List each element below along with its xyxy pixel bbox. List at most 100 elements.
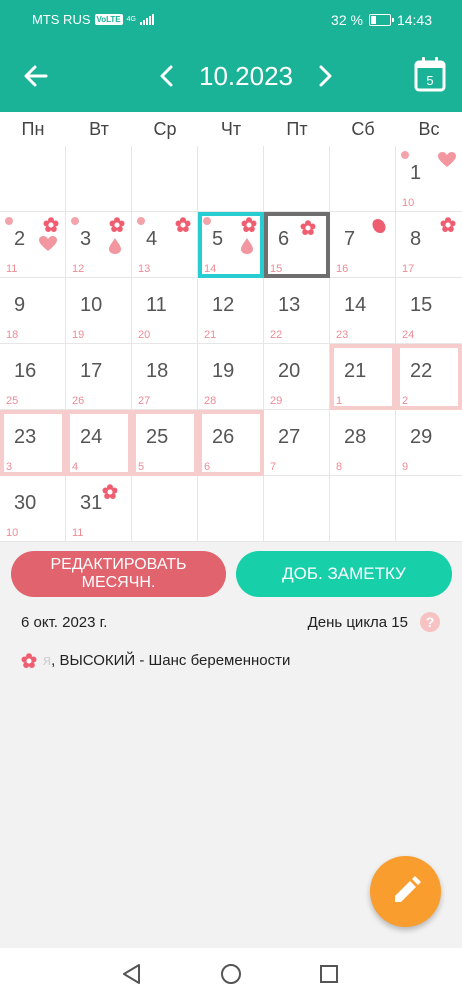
drop-icon [109,238,121,254]
add-entry-fab[interactable] [370,856,441,927]
flower-icon [300,220,316,236]
edit-period-button[interactable]: РЕДАКТИРОВАТЬ МЕСЯЧН. [11,551,226,597]
day-number: 22 [410,360,433,382]
nav-recents-button[interactable] [317,962,341,986]
system-nav-bar [0,948,462,1000]
day-cell[interactable]: 25 5 [132,410,198,476]
today-button[interactable]: 5 [410,54,450,94]
cycle-day-number: 2 [402,395,409,407]
month-title: 10.2023 [199,61,293,91]
day-number: 7 [344,228,356,250]
day-cell[interactable]: 22 2 [396,344,462,410]
day-cell[interactable]: 17 26 [66,344,132,410]
cycle-day-number: 4 [72,461,79,473]
nav-back-button[interactable] [120,962,144,986]
flower-icon [43,217,59,233]
day-cell[interactable]: 13 22 [264,278,330,344]
day-cell[interactable]: 2 11 [0,212,66,278]
day-cell[interactable]: 28 8 [330,410,396,476]
day-number: 28 [344,426,367,448]
day-cell[interactable]: 29 9 [396,410,462,476]
heart-icon [438,152,456,168]
back-button[interactable] [18,58,54,94]
day-number: 16 [14,360,37,382]
day-number: 21 [344,360,367,382]
day-cell[interactable]: 26 6 [198,410,264,476]
empty-cell [132,476,198,542]
cycle-day-number: 27 [138,395,151,407]
day-number: 2 [14,228,26,250]
day-cell[interactable]: 23 3 [0,410,66,476]
day-cell[interactable]: 14 23 [330,278,396,344]
day-cell[interactable]: 18 27 [132,344,198,410]
chevron-right-icon [319,65,332,87]
flower-icon [175,217,191,233]
prev-month-button[interactable] [152,60,182,92]
cycle-day-number: 3 [6,461,13,473]
day-cell[interactable]: 4 13 [132,212,198,278]
cycle-day-number: 23 [336,329,349,341]
day-number: 12 [212,294,235,316]
day-number: 23 [14,426,37,448]
flower-icon [21,652,37,668]
cycle-day-number: 11 [6,263,18,275]
day-cell[interactable]: 12 21 [198,278,264,344]
day-cell[interactable]: 15 24 [396,278,462,344]
help-icon[interactable]: ? [420,612,440,632]
day-cell[interactable]: 30 10 [0,476,66,542]
cycle-day: День цикла 15 [307,614,408,631]
day-cell[interactable]: 16 25 [0,344,66,410]
cycle-day-number: 7 [270,461,277,473]
day-cell[interactable]: 24 4 [66,410,132,476]
cycle-day-number: 13 [138,263,151,275]
flower-icon [109,217,125,233]
cycle-day-number: 26 [72,395,85,407]
cycle-day-number: 9 [402,461,409,473]
weekday-label: Сб [351,119,375,139]
weekday-label: Вт [89,119,109,139]
flower-icon [102,484,118,500]
next-month-button[interactable] [310,60,340,92]
day-cell[interactable]: 8 17 [396,212,462,278]
day-cell[interactable]: 20 29 [264,344,330,410]
dot-icon [137,217,145,225]
clock: 14:43 [396,12,432,28]
day-cell[interactable]: 9 18 [0,278,66,344]
calendar-icon-day: 5 [426,73,433,88]
day-cell[interactable]: 11 20 [132,278,198,344]
day-cell[interactable]: 7 16 [330,212,396,278]
empty-cell [396,476,462,542]
day-number: 29 [410,426,433,448]
cycle-day-number: 25 [6,395,19,407]
arrow-left-icon [24,65,48,87]
day-cell[interactable]: 211 [330,344,396,410]
day-cell[interactable]: 10 19 [66,278,132,344]
day-cell[interactable]: 27 7 [264,410,330,476]
day-cell[interactable]: 5 14 [198,212,264,278]
day-number: 13 [278,294,301,316]
empty-cell [264,146,330,212]
day-number: 15 [410,294,433,316]
add-note-button[interactable]: ДОБ. ЗАМЕТКУ [236,551,452,597]
day-cell[interactable]: 3 12 [66,212,132,278]
cycle-day-number: 17 [402,263,415,275]
edit-period-label-line1: РЕДАКТИРОВАТЬ [50,556,187,573]
day-number: 6 [278,228,290,250]
day-cell[interactable]: 1 10 [396,146,462,212]
edit-period-label-line2: МЕСЯЧН. [81,574,156,591]
battery-icon [368,14,394,26]
day-number: 3 [80,228,92,250]
day-cell[interactable]: 19 28 [198,344,264,410]
empty-cell [330,146,396,212]
drop-icon [241,238,253,254]
day-number: 14 [344,294,367,316]
status-left: MTS RUS VoLTE 4G [32,12,154,27]
day-number: 8 [410,228,422,250]
day-cell[interactable]: 6 15 [264,212,330,278]
app-bar: 10.2023 5 [0,38,462,112]
day-cell[interactable]: 31 11 [66,476,132,542]
nav-home-button[interactable] [219,962,243,986]
cycle-day-number: 29 [270,395,283,407]
day-number: 4 [146,228,158,250]
status-right: 32 % 14:43 [331,12,432,28]
